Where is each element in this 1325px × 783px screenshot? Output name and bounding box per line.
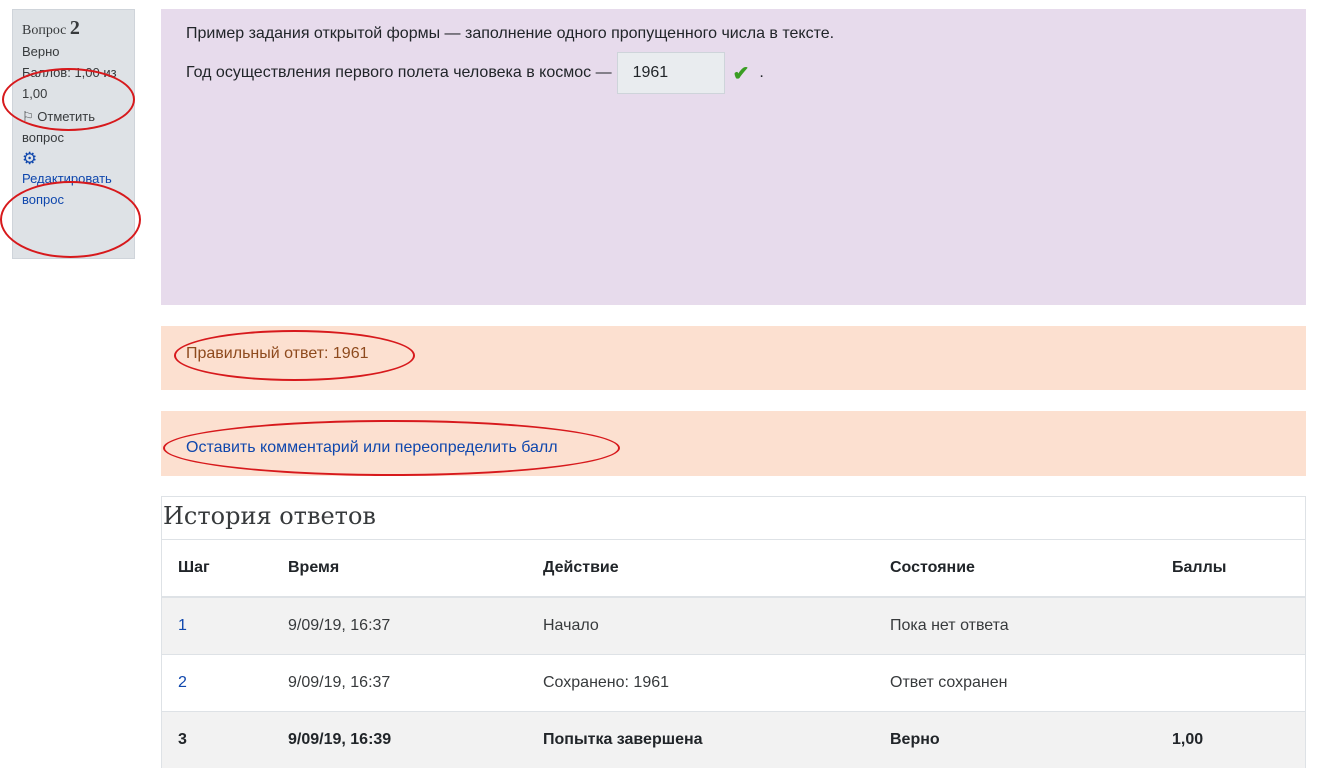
question-sentence-line: Год осуществления первого полета человек…: [186, 52, 1281, 94]
time-cell: 9/09/19, 16:39: [288, 711, 543, 768]
sentence-end: .: [759, 64, 764, 81]
flag-icon: ⚐: [22, 109, 34, 124]
comment-link[interactable]: Оставить комментарий или переопределить …: [186, 439, 558, 456]
comment-box: Оставить комментарий или переопределить …: [161, 411, 1306, 476]
action-cell: Начало: [543, 596, 890, 655]
flag-question-link[interactable]: ⚐ Отметить вопрос: [22, 106, 125, 148]
edit-question-link[interactable]: ⚙ Редактировать вопрос: [22, 150, 125, 210]
table-row: 3 9/09/19, 16:39 Попытка завершена Верно…: [162, 711, 1305, 768]
question-label: Вопрос: [22, 23, 67, 38]
answer-input[interactable]: 1961: [616, 52, 725, 94]
step-link[interactable]: 1: [178, 617, 187, 634]
gear-icon: ⚙: [22, 149, 38, 168]
right-answer-box: Правильный ответ: 1961: [161, 326, 1306, 390]
action-cell: Сохранено: 1961: [543, 654, 890, 712]
state-cell: Верно: [890, 711, 1172, 768]
question-formulation: Пример задания открытой формы — заполнен…: [161, 9, 1306, 305]
step-cell: 2: [162, 654, 288, 712]
correct-check-icon: ✔: [732, 62, 750, 85]
question-intro: Пример задания открытой формы — заполнен…: [186, 25, 835, 42]
column-header-state: Состояние: [890, 540, 1172, 598]
column-header-action: Действие: [543, 540, 890, 598]
question-state: Верно: [22, 44, 60, 59]
step-cell: 1: [162, 596, 288, 655]
question-info: Вопрос 2 Верно Баллов: 1,00 из 1,00 ⚐ От…: [12, 9, 135, 259]
response-history: История ответов Шаг Время Действие Состо…: [161, 496, 1306, 768]
column-header-step: Шаг: [162, 540, 288, 598]
question-sentence: Год осуществления первого полета человек…: [186, 64, 612, 81]
edit-label: Редактировать вопрос: [22, 171, 112, 207]
marks-cell: 1,00: [1172, 711, 1305, 768]
time-cell: 9/09/19, 16:37: [288, 654, 543, 712]
column-header-time: Время: [288, 540, 543, 598]
question-number: Вопрос 2: [22, 18, 125, 41]
step-link[interactable]: 2: [178, 674, 187, 691]
action-cell: Попытка завершена: [543, 711, 890, 768]
history-table: Шаг Время Действие Состояние Баллы 1 9/0…: [162, 540, 1305, 768]
question-grade: Баллов: 1,00 из 1,00: [22, 65, 117, 101]
table-row: 2 9/09/19, 16:37 Сохранено: 1961 Ответ с…: [162, 654, 1305, 712]
column-header-marks: Баллы: [1172, 540, 1305, 598]
step-cell: 3: [162, 711, 288, 768]
table-header-row: Шаг Время Действие Состояние Баллы: [162, 540, 1305, 598]
state-cell: Ответ сохранен: [890, 654, 1172, 712]
time-cell: 9/09/19, 16:37: [288, 596, 543, 655]
table-row: 1 9/09/19, 16:37 Начало Пока нет ответа: [162, 596, 1305, 655]
marks-cell: [1172, 654, 1305, 712]
question-number-value: 2: [69, 17, 80, 39]
marks-cell: [1172, 596, 1305, 655]
state-cell: Пока нет ответа: [890, 596, 1172, 655]
right-answer-text: Правильный ответ: 1961: [186, 345, 369, 362]
history-title: История ответов: [162, 497, 1305, 540]
